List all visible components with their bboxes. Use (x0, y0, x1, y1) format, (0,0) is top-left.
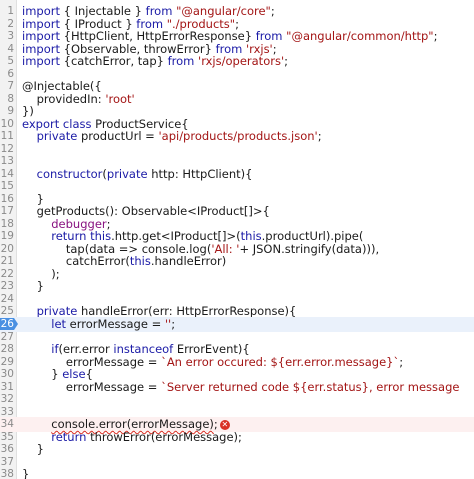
line-number[interactable]: 38 (0, 467, 14, 479)
error-icon[interactable]: ✕ (219, 419, 230, 430)
code-text: } (22, 467, 30, 479)
line-number[interactable]: 26 (0, 317, 14, 332)
code-editor[interactable]: 1 import { Injectable } from "@angular/co… (0, 0, 474, 479)
code-line[interactable]: 38} (0, 467, 474, 479)
